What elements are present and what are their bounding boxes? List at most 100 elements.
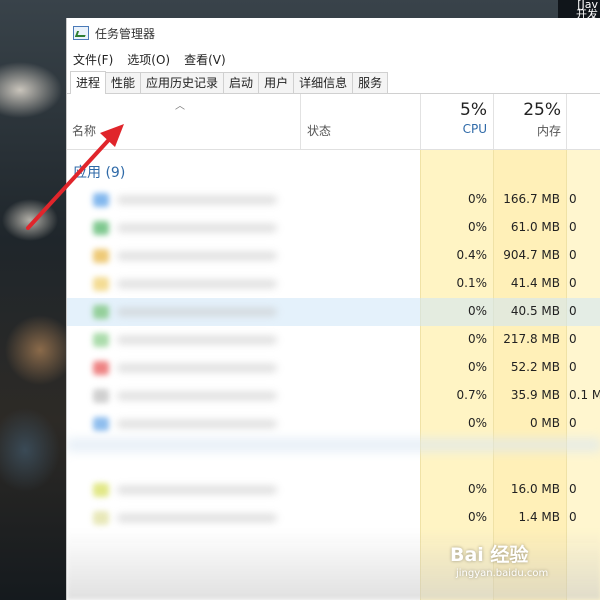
table-row[interactable]: 0.1% 41.4 MB 0 — [67, 270, 600, 298]
memory-cell: 0 MB — [529, 416, 560, 430]
tab-services[interactable]: 服务 — [352, 72, 389, 93]
cpu-cell: 0% — [467, 416, 487, 430]
blurred-section — [67, 438, 600, 452]
disk-cell: 0 — [569, 416, 577, 430]
column-divider[interactable] — [300, 94, 301, 149]
memory-cell: 217.8 MB — [503, 332, 560, 346]
disk-cell: 0 — [569, 220, 577, 234]
disk-cell: 0 — [569, 332, 577, 346]
process-name-blurred — [117, 280, 277, 288]
app-icon — [93, 417, 109, 431]
table-row[interactable]: 0% 166.7 MB 0 — [67, 186, 600, 214]
process-name-blurred — [117, 336, 277, 344]
memory-cell: 52.2 MB — [510, 360, 560, 374]
task-manager-window: 任务管理器 文件(F) 选项(O) 查看(V) 进程 性能 应用历史记录 启动 … — [66, 18, 600, 600]
cpu-cell: 0% — [467, 510, 487, 524]
column-status[interactable]: 状态 — [307, 122, 331, 139]
menu-file[interactable]: 文件(F) — [73, 51, 113, 68]
disk-cell: 0 — [569, 510, 577, 524]
app-icon — [93, 511, 109, 525]
cpu-total-percent[interactable]: 5% — [421, 100, 487, 120]
memory-cell: 41.4 MB — [510, 276, 560, 290]
cpu-cell: 0% — [467, 360, 487, 374]
app-icon — [93, 483, 109, 497]
cpu-cell: 0% — [467, 220, 487, 234]
memory-cell: 35.9 MB — [510, 388, 560, 402]
menu-view[interactable]: 查看(V) — [184, 51, 226, 68]
task-manager-icon — [73, 26, 89, 40]
column-name[interactable]: 名称 — [72, 122, 96, 139]
cpu-cell: 0.4% — [456, 248, 488, 262]
tab-users[interactable]: 用户 — [258, 72, 295, 93]
app-icon — [93, 193, 109, 207]
app-icon — [93, 305, 109, 319]
cpu-cell: 0% — [467, 192, 487, 206]
sort-up-icon[interactable]: ︿ — [175, 97, 185, 112]
disk-cell: 0 — [569, 360, 577, 374]
cpu-cell: 0% — [467, 332, 487, 346]
column-memory[interactable]: 内存 — [495, 122, 561, 139]
process-name-blurred — [117, 308, 277, 316]
process-name-blurred — [117, 364, 277, 372]
disk-cell: 0 — [569, 276, 577, 290]
table-row[interactable]: 0.4% 904.7 MB 0 — [67, 242, 600, 270]
tab-details[interactable]: 详细信息 — [293, 72, 354, 93]
process-list: 应用 (9) 0% 166.7 MB 0 0% 61.0 MB 0 0.4% 904.7 MB… — [67, 150, 600, 600]
tab-startup[interactable]: 启动 — [223, 72, 260, 93]
cpu-cell: 0% — [467, 482, 487, 496]
menu-options[interactable]: 选项(O) — [127, 51, 170, 68]
disk-cell: 0 — [569, 192, 577, 206]
table-row[interactable]: 0.7% 35.9 MB 0.1 M — [67, 382, 600, 410]
menu-bar: 文件(F) 选项(O) 查看(V) — [67, 48, 600, 70]
column-header: ︿ 名称 状态 5% CPU 25% 内存 — [67, 94, 600, 150]
process-name-blurred — [117, 514, 277, 522]
baidu-watermark: Bai 经验 jingyan.baidu.com — [444, 538, 594, 588]
column-divider[interactable] — [566, 94, 567, 149]
table-row[interactable]: 0% 40.5 MB 0 — [67, 298, 600, 326]
process-name-blurred — [117, 392, 277, 400]
app-icon — [93, 361, 109, 375]
baidu-jingyan-logo: Bai 经验 — [450, 544, 529, 566]
desktop-corner-text: [Jav 开发 — [558, 0, 600, 20]
group-header-apps[interactable]: 应用 (9) — [73, 162, 125, 182]
memory-cell: 166.7 MB — [503, 192, 560, 206]
disk-cell: 0 — [569, 304, 577, 318]
process-name-blurred — [117, 196, 277, 204]
table-row[interactable]: 0% 0 MB 0 — [67, 410, 600, 438]
tab-processes[interactable]: 进程 — [70, 71, 107, 94]
process-name-blurred — [117, 224, 277, 232]
memory-cell: 40.5 MB — [510, 304, 560, 318]
tab-bar: 进程 性能 应用历史记录 启动 用户 详细信息 服务 — [67, 70, 600, 94]
disk-cell: 0.1 M — [569, 388, 600, 402]
memory-total-percent[interactable]: 25% — [495, 100, 561, 120]
cpu-cell: 0% — [467, 304, 487, 318]
tab-performance[interactable]: 性能 — [105, 72, 142, 93]
cpu-cell: 0.1% — [456, 276, 488, 290]
memory-cell: 61.0 MB — [510, 220, 560, 234]
memory-cell: 904.7 MB — [503, 248, 560, 262]
app-icon — [93, 389, 109, 403]
memory-cell: 16.0 MB — [510, 482, 560, 496]
app-icon — [93, 249, 109, 263]
table-row[interactable]: 0% 16.0 MB 0 — [67, 476, 600, 504]
watermark-url: jingyan.baidu.com — [456, 568, 549, 579]
table-row[interactable]: 0% 61.0 MB 0 — [67, 214, 600, 242]
tab-app-history[interactable]: 应用历史记录 — [140, 72, 225, 93]
app-icon — [93, 277, 109, 291]
table-row[interactable]: 0% 1.4 MB 0 — [67, 504, 600, 532]
disk-cell: 0 — [569, 482, 577, 496]
column-divider[interactable] — [493, 94, 494, 149]
title-bar[interactable]: 任务管理器 — [67, 18, 600, 48]
window-title: 任务管理器 — [95, 26, 156, 41]
process-name-blurred — [117, 420, 277, 428]
table-row[interactable]: 0% 217.8 MB 0 — [67, 326, 600, 354]
app-icon — [93, 221, 109, 235]
process-rows: 0% 166.7 MB 0 0% 61.0 MB 0 0.4% 904.7 MB 0 0.1% 41… — [67, 186, 600, 532]
disk-cell: 0 — [569, 248, 577, 262]
process-name-blurred — [117, 252, 277, 260]
cpu-cell: 0.7% — [456, 388, 488, 402]
column-cpu[interactable]: CPU — [421, 122, 487, 136]
app-icon — [93, 333, 109, 347]
table-row[interactable]: 0% 52.2 MB 0 — [67, 354, 600, 382]
memory-cell: 1.4 MB — [518, 510, 560, 524]
